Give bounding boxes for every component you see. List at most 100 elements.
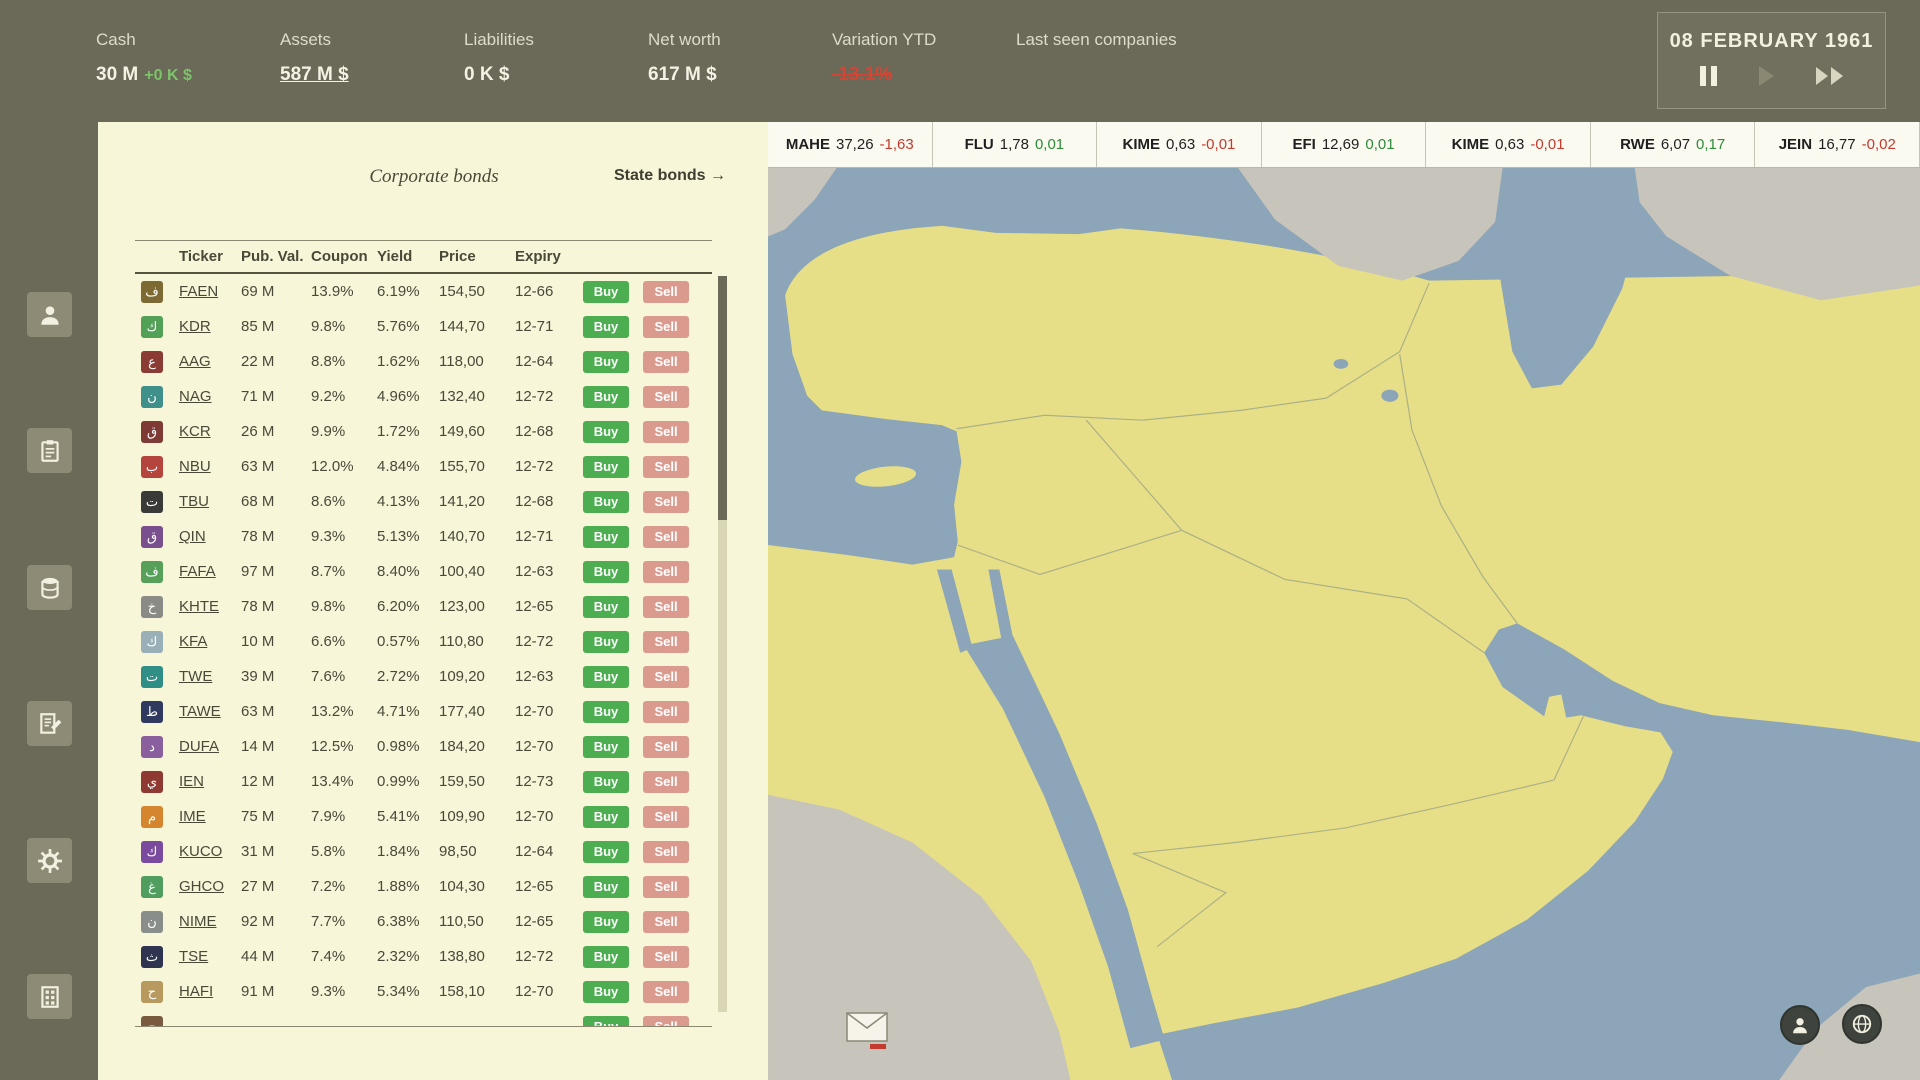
buy-button[interactable]: Buy — [583, 700, 629, 723]
buy-button[interactable]: Buy — [583, 490, 629, 513]
messages-button[interactable] — [846, 1012, 888, 1049]
buy-button[interactable]: Buy — [583, 770, 629, 793]
stat-assets-value[interactable]: 587 M $ — [280, 64, 464, 86]
sell-button[interactable]: Sell — [643, 280, 689, 303]
buy-button[interactable]: Buy — [583, 525, 629, 548]
bond-ticker-link[interactable]: KHTE — [179, 598, 219, 615]
buy-button[interactable]: Buy — [583, 315, 629, 338]
ticker-item[interactable]: EFI 12,69 0,01 — [1262, 122, 1427, 167]
sidebar-companies-button[interactable] — [27, 974, 72, 1019]
bond-pub-val: 44 M — [241, 948, 275, 965]
sell-button[interactable]: Sell — [643, 630, 689, 653]
bond-ticker-link[interactable]: NIME — [179, 913, 217, 930]
globe-button[interactable] — [1842, 1004, 1882, 1044]
sell-button[interactable]: Sell — [643, 490, 689, 513]
ticker-item[interactable]: RWE 6,07 0,17 — [1591, 122, 1756, 167]
fast-forward-button[interactable] — [1816, 67, 1843, 85]
bond-ticker-link[interactable]: NBU — [179, 458, 211, 475]
bond-ticker-link[interactable]: QIN — [179, 528, 206, 545]
buy-button[interactable]: Buy — [583, 910, 629, 933]
sell-button[interactable]: Sell — [643, 420, 689, 443]
bond-ticker-link[interactable]: IME — [179, 808, 206, 825]
buy-button[interactable]: Buy — [583, 840, 629, 863]
sell-button[interactable]: Sell — [643, 840, 689, 863]
buy-button[interactable]: Buy — [583, 630, 629, 653]
pause-button[interactable] — [1700, 66, 1717, 86]
buy-button[interactable]: Buy — [583, 455, 629, 478]
sell-button[interactable]: Sell — [643, 525, 689, 548]
buy-button[interactable]: Buy — [583, 420, 629, 443]
world-map[interactable] — [768, 168, 1920, 1080]
bond-ticker-link[interactable]: AAG — [179, 353, 211, 370]
bond-ticker-link[interactable]: HAFI — [179, 983, 213, 1000]
buy-button[interactable]: Buy — [583, 350, 629, 373]
bond-coupon: 7.9% — [311, 808, 346, 825]
bond-ticker-link[interactable]: KFA — [179, 633, 207, 650]
play-button[interactable] — [1759, 66, 1774, 86]
bond-ticker-link[interactable]: FAEN — [179, 283, 218, 300]
buy-button[interactable]: Buy — [583, 945, 629, 968]
ticker-item[interactable]: FLU 1,78 0,01 — [933, 122, 1098, 167]
sidebar-person-button[interactable] — [27, 292, 72, 337]
buy-button[interactable]: Buy — [583, 875, 629, 898]
bond-row: ط TAWE 63 M 13.2% 4.71% 177,40 12-70 Buy… — [135, 694, 712, 729]
sidebar-settings-button[interactable] — [27, 838, 72, 883]
bond-ticker-link[interactable]: DUFA — [179, 738, 219, 755]
ticker-item[interactable]: KIME 0,63 -0,01 — [1426, 122, 1591, 167]
sell-button[interactable]: Sell — [643, 595, 689, 618]
sell-button[interactable]: Sell — [643, 385, 689, 408]
bond-ticker-link[interactable]: IEN — [179, 773, 204, 790]
bond-coupon: 12.0% — [311, 458, 354, 475]
sell-button[interactable]: Sell — [643, 980, 689, 1003]
bond-ticker-link[interactable]: FAFA — [179, 563, 216, 580]
sell-button[interactable]: Sell — [643, 875, 689, 898]
bonds-scrollbar-track[interactable] — [718, 276, 727, 1012]
bond-ticker-link[interactable]: TSE — [179, 948, 208, 965]
bond-ticker-link[interactable]: KDR — [179, 318, 211, 335]
bond-ticker-link[interactable]: TAWE — [179, 703, 221, 720]
bond-expiry: 12-65 — [515, 598, 554, 615]
sell-button[interactable]: Sell — [643, 805, 689, 828]
bond-yield: 4.71% — [377, 703, 420, 720]
ticker-item[interactable]: KIME 0,63 -0,01 — [1097, 122, 1262, 167]
buy-button[interactable]: Buy — [583, 560, 629, 583]
sidebar-news-button[interactable] — [27, 701, 72, 746]
sell-button[interactable]: Sell — [643, 315, 689, 338]
sell-button[interactable]: Sell — [643, 560, 689, 583]
bonds-scrollbar-thumb[interactable] — [718, 276, 727, 520]
stat-lastseen-label: Last seen companies — [1016, 30, 1177, 49]
buy-button[interactable]: Buy — [583, 980, 629, 1003]
sell-button[interactable]: Sell — [643, 350, 689, 373]
sell-button[interactable]: Sell — [643, 770, 689, 793]
bond-ticker-link[interactable]: KUCO — [179, 843, 222, 860]
sell-button[interactable]: Sell — [643, 455, 689, 478]
buy-button[interactable]: Buy — [583, 595, 629, 618]
buy-button[interactable]: Buy — [583, 735, 629, 758]
bond-company-icon: ي — [141, 770, 163, 793]
buy-button[interactable]: Buy — [583, 665, 629, 688]
sell-button[interactable]: Sell — [643, 665, 689, 688]
buy-button[interactable]: Buy — [583, 805, 629, 828]
sell-button[interactable]: Sell — [643, 910, 689, 933]
bond-company-icon: ط — [141, 700, 163, 723]
sell-button[interactable]: Sell — [643, 1015, 689, 1026]
ticker-item[interactable]: JEIN 16,77 -0,02 — [1755, 122, 1920, 167]
bond-ticker-link[interactable]: GHCO — [179, 878, 224, 895]
sell-button[interactable]: Sell — [643, 735, 689, 758]
buy-button[interactable]: Buy — [583, 280, 629, 303]
buy-button[interactable]: Buy — [583, 1015, 629, 1026]
sidebar-commodities-button[interactable] — [27, 565, 72, 610]
ticker-item[interactable]: MAHE 37,26 -1,63 — [768, 122, 933, 167]
bond-company-icon: ك — [141, 840, 163, 863]
stat-liabilities: Liabilities 0 K $ — [464, 0, 648, 122]
sell-button[interactable]: Sell — [643, 700, 689, 723]
bond-ticker-link[interactable]: NAG — [179, 388, 212, 405]
bond-ticker-link[interactable]: TWE — [179, 668, 212, 685]
buy-button[interactable]: Buy — [583, 385, 629, 408]
sidebar-contracts-button[interactable] — [27, 428, 72, 473]
state-bonds-link[interactable]: State bonds → — [614, 167, 726, 185]
character-button[interactable] — [1780, 1005, 1820, 1045]
sell-button[interactable]: Sell — [643, 945, 689, 968]
bond-ticker-link[interactable]: KCR — [179, 423, 211, 440]
bond-ticker-link[interactable]: TBU — [179, 493, 209, 510]
